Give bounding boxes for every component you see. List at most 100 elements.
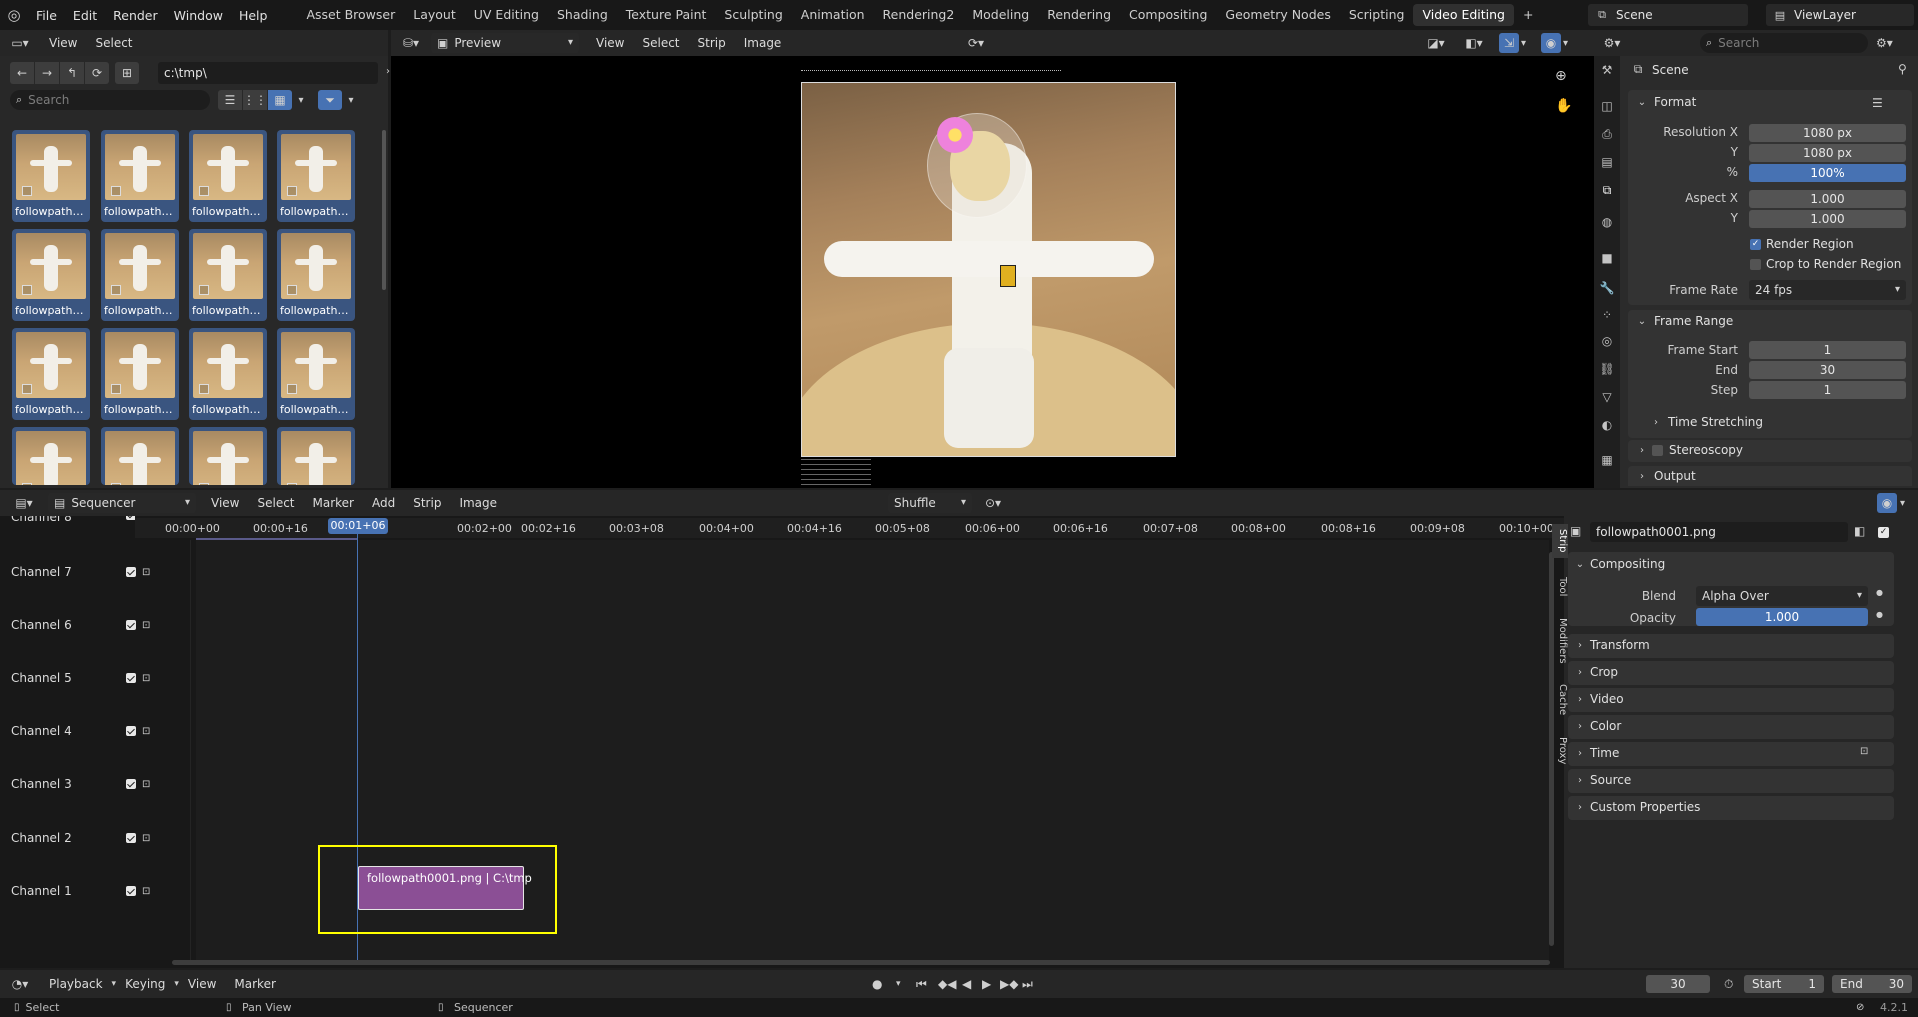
- material-icon[interactable]: ◐: [1599, 417, 1615, 433]
- strip-mute-check[interactable]: ✓: [1878, 527, 1889, 538]
- opacity-keyframe-icon[interactable]: ●: [1876, 610, 1883, 619]
- strip-name-field[interactable]: followpath0001.png: [1590, 522, 1848, 542]
- filter-icon[interactable]: ⏷: [318, 90, 342, 110]
- play-icon[interactable]: ▶: [982, 977, 991, 991]
- frame-end-field[interactable]: 30: [1749, 361, 1906, 379]
- overlay-chevron-icon[interactable]: ▾: [1563, 38, 1568, 49]
- back-icon[interactable]: ←: [10, 62, 34, 84]
- view-layer-tab-icon[interactable]: ▤: [1599, 154, 1615, 170]
- timeline-menu-keying[interactable]: Keying: [116, 977, 174, 991]
- render-icon[interactable]: ◫: [1599, 98, 1615, 114]
- fb-search-field[interactable]: ⌕ Search: [10, 90, 210, 110]
- tab-video-editing[interactable]: Video Editing: [1413, 4, 1514, 26]
- tab-rendering2[interactable]: Rendering2: [874, 4, 964, 26]
- file-thumbnail[interactable]: followpath0...: [277, 130, 355, 222]
- file-thumbnail[interactable]: followpath0...: [189, 328, 267, 420]
- lock-icon[interactable]: ⊡: [142, 779, 150, 790]
- output-header[interactable]: › Output: [1636, 469, 1696, 483]
- thumbnails-icon[interactable]: ▦: [268, 90, 292, 110]
- properties-editor-icon[interactable]: ⚙▾: [1594, 36, 1630, 50]
- seq-menu-select[interactable]: Select: [248, 496, 303, 510]
- preview-menu-view[interactable]: View: [587, 36, 633, 50]
- sidebar-tab-cache[interactable]: Cache: [1552, 678, 1568, 722]
- channel-name[interactable]: Channel 3: [11, 777, 72, 791]
- fb-scrollbar[interactable]: [382, 130, 386, 290]
- time-lock-icon[interactable]: ⊡: [1860, 746, 1868, 757]
- channel-name[interactable]: Channel 7: [11, 565, 72, 579]
- file-thumbnail[interactable]: [277, 427, 355, 485]
- tab-rendering[interactable]: Rendering: [1038, 4, 1120, 26]
- tab-sculpting[interactable]: Sculpting: [715, 4, 791, 26]
- timeline-menu-view[interactable]: View: [179, 977, 225, 991]
- object-icon[interactable]: ■: [1599, 250, 1615, 266]
- snap-icon[interactable]: ⊙▾: [978, 496, 1008, 510]
- sequencer-view-type[interactable]: ▤ Sequencer ▾: [48, 493, 196, 513]
- modifier-icon[interactable]: 🔧: [1599, 280, 1615, 296]
- preview-menu-image[interactable]: Image: [735, 36, 791, 50]
- compositing-header[interactable]: ⌄ Compositing: [1574, 557, 1665, 571]
- lock-icon[interactable]: ⊡: [142, 620, 150, 631]
- scene-selector[interactable]: ⧉ Scene: [1588, 4, 1748, 26]
- seq-menu-strip[interactable]: Strip: [404, 496, 450, 510]
- file-thumbnail[interactable]: [189, 427, 267, 485]
- texture-icon[interactable]: ▦: [1599, 452, 1615, 468]
- add-workspace-button[interactable]: +: [1514, 4, 1542, 26]
- constraints-icon[interactable]: ⛓: [1599, 361, 1615, 377]
- overlay-icon[interactable]: ◉: [1541, 33, 1561, 53]
- list-horizontal-icon[interactable]: ⋮⋮: [243, 90, 267, 110]
- frame-start-field[interactable]: 1: [1749, 341, 1906, 359]
- tab-shading[interactable]: Shading: [548, 4, 617, 26]
- channel-mute-checkbox[interactable]: [126, 620, 136, 630]
- parent-dir-icon[interactable]: ↰: [60, 62, 84, 84]
- channel-mute-checkbox[interactable]: [126, 567, 136, 577]
- channel-mute-checkbox[interactable]: [126, 833, 136, 843]
- channel-mute-checkbox[interactable]: [126, 516, 135, 520]
- channel-name[interactable]: Channel 2: [11, 831, 72, 845]
- timeline-menu-playback[interactable]: Playback: [40, 977, 112, 991]
- tab-geometry-nodes[interactable]: Geometry Nodes: [1216, 4, 1339, 26]
- jump-start-icon[interactable]: ⏮: [916, 977, 927, 992]
- current-frame-field[interactable]: 30: [1646, 975, 1710, 993]
- format-section-header[interactable]: ⌄ Format: [1636, 95, 1697, 109]
- display-channels-icon[interactable]: ◪▾: [1421, 36, 1451, 50]
- section-custom-properties[interactable]: › Custom Properties: [1574, 800, 1700, 814]
- new-folder-icon[interactable]: ⊞: [115, 62, 139, 84]
- seq-menu-marker[interactable]: Marker: [304, 496, 363, 510]
- preview-menu-strip[interactable]: Strip: [689, 36, 735, 50]
- crop-region-checkbox[interactable]: Crop to Render Region: [1750, 257, 1901, 271]
- frame-range-header[interactable]: ⌄ Frame Range: [1636, 314, 1733, 328]
- section-time[interactable]: › Time: [1574, 746, 1619, 760]
- file-thumbnail[interactable]: followpath0...: [12, 130, 90, 222]
- menu-file[interactable]: File: [28, 8, 65, 23]
- lock-icon[interactable]: ⊡: [142, 886, 150, 897]
- frame-step-field[interactable]: 1: [1749, 381, 1906, 399]
- sidebar-tab-strip[interactable]: Strip: [1552, 524, 1568, 558]
- blend-dropdown[interactable]: Alpha Over ▾: [1696, 586, 1868, 606]
- editor-type-icon[interactable]: ▭▾: [0, 36, 40, 50]
- frame-rate-dropdown[interactable]: 24 fps ▾: [1749, 280, 1906, 300]
- res-x-field[interactable]: 1080 px: [1749, 124, 1906, 142]
- seq-overlay-toggle-icon[interactable]: ◉: [1877, 493, 1897, 513]
- file-thumbnail[interactable]: [101, 427, 179, 485]
- preview-editor-type-icon[interactable]: ⛁▾: [391, 36, 431, 50]
- next-keyframe-icon[interactable]: ▶◆: [1000, 977, 1018, 991]
- current-time-indicator[interactable]: 00:01+06: [328, 518, 388, 534]
- play-reverse-icon[interactable]: ◀: [962, 977, 971, 991]
- blender-logo-icon[interactable]: ◎: [0, 6, 28, 24]
- particles-icon[interactable]: ⁘: [1599, 307, 1615, 323]
- channel-name[interactable]: Channel 6: [11, 618, 72, 632]
- lock-icon[interactable]: ⊡: [142, 567, 150, 578]
- pin-icon[interactable]: ⚲: [1898, 62, 1907, 76]
- render-region-check[interactable]: ✓: [1750, 238, 1761, 250]
- aspect-x-field[interactable]: 1.000: [1749, 190, 1906, 208]
- menu-help[interactable]: Help: [231, 8, 276, 23]
- file-thumbnail[interactable]: followpath0...: [101, 130, 179, 222]
- timeline-menu-marker[interactable]: Marker: [225, 977, 284, 991]
- channel-name[interactable]: Channel 5: [11, 671, 72, 685]
- res-y-field[interactable]: 1080 px: [1749, 144, 1906, 162]
- tab-compositing[interactable]: Compositing: [1120, 4, 1216, 26]
- section-color[interactable]: › Color: [1574, 719, 1621, 733]
- display-settings-chevron-icon[interactable]: ▾: [292, 95, 310, 106]
- seq-editor-type-icon[interactable]: ▤▾: [0, 496, 48, 510]
- crop-region-check[interactable]: [1750, 258, 1761, 270]
